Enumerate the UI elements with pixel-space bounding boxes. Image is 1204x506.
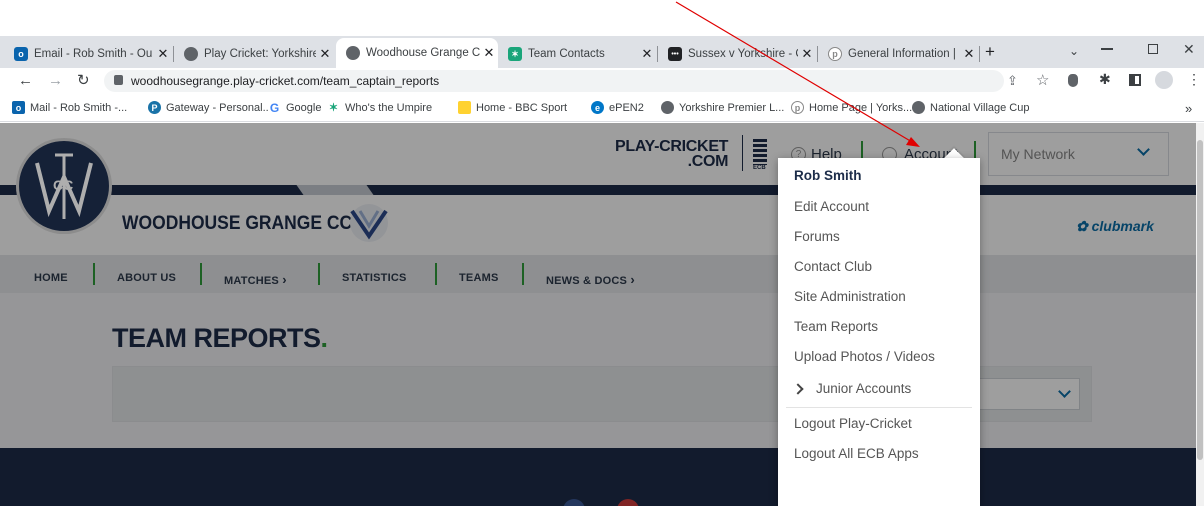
annotation-arrow-icon: [675, 1, 920, 147]
